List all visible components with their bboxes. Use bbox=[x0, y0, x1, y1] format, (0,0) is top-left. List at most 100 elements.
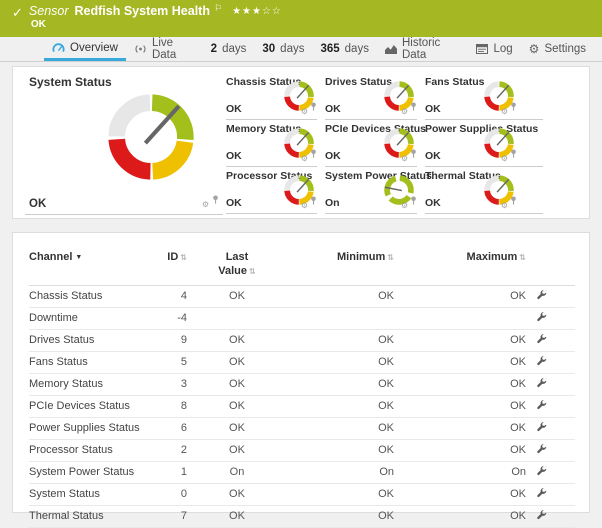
channel-name-cell: Chassis Status bbox=[29, 285, 154, 307]
minimum-cell: OK bbox=[287, 373, 394, 395]
gauge-cell-value: OK bbox=[425, 197, 441, 209]
flag-icon[interactable]: ⚐ bbox=[214, 3, 222, 14]
gear-icon[interactable]: ⚙ bbox=[401, 202, 408, 210]
edit-channel-wrench-icon[interactable] bbox=[536, 443, 547, 454]
maximum-cell: OK bbox=[394, 395, 526, 417]
tab-live-data[interactable]: Live Data bbox=[126, 37, 203, 61]
gauge-cell: Power Supplies Status OK ⚙ bbox=[425, 120, 543, 167]
pin-icon[interactable] bbox=[310, 145, 317, 163]
minimum-cell: OK bbox=[287, 505, 394, 527]
system-status-gauge bbox=[99, 85, 203, 189]
channel-table-body: Chassis Status4OKOKOKDowntime-4Drives St… bbox=[29, 285, 575, 527]
gear-icon[interactable]: ⚙ bbox=[202, 201, 209, 209]
minimum-cell bbox=[287, 307, 394, 329]
channel-id-cell: 2 bbox=[154, 439, 187, 461]
edit-channel-wrench-icon[interactable] bbox=[536, 399, 547, 410]
channel-name-cell: Power Supplies Status bbox=[29, 417, 154, 439]
tab-log[interactable]: Log bbox=[468, 37, 520, 61]
last-value-cell: OK bbox=[187, 483, 287, 505]
gear-icon[interactable]: ⚙ bbox=[301, 108, 308, 116]
tab-30-days[interactable]: 30 days bbox=[254, 37, 312, 61]
table-row: Fans Status5OKOKOK bbox=[29, 351, 575, 373]
table-row: Memory Status3OKOKOK bbox=[29, 373, 575, 395]
gauge-cell-value: On bbox=[325, 197, 340, 209]
sort-desc-icon: ▼ bbox=[75, 254, 82, 261]
edit-channel-wrench-icon[interactable] bbox=[536, 333, 547, 344]
column-header-channel[interactable]: Channel▼ bbox=[29, 243, 154, 285]
tab-2-days[interactable]: 2 days bbox=[203, 37, 255, 61]
gear-icon[interactable]: ⚙ bbox=[501, 108, 508, 116]
channel-actions-cell bbox=[526, 329, 575, 351]
channel-actions-cell bbox=[526, 505, 575, 527]
pin-icon[interactable] bbox=[310, 192, 317, 210]
priority-stars[interactable]: ★★★☆☆ bbox=[232, 6, 282, 17]
pin-icon[interactable] bbox=[410, 192, 417, 210]
channel-id-cell: 6 bbox=[154, 417, 187, 439]
pin-icon[interactable] bbox=[510, 98, 517, 116]
edit-channel-wrench-icon[interactable] bbox=[536, 289, 547, 300]
column-header-minimum[interactable]: Minimum⇅ bbox=[287, 243, 394, 285]
channel-name-cell: System Status bbox=[29, 483, 154, 505]
channel-id-cell: 0 bbox=[154, 483, 187, 505]
tab-365-days[interactable]: 365 days bbox=[312, 37, 376, 61]
gear-icon[interactable]: ⚙ bbox=[501, 202, 508, 210]
column-header-id[interactable]: ID⇅ bbox=[154, 243, 187, 285]
gear-icon[interactable]: ⚙ bbox=[301, 155, 308, 163]
channel-actions-cell bbox=[526, 307, 575, 329]
channel-name-cell: Processor Status bbox=[29, 439, 154, 461]
table-header-row: Channel▼ ID⇅ Last Value⇅ Minimum⇅ Maximu… bbox=[29, 243, 575, 285]
sort-icon: ⇅ bbox=[519, 253, 526, 262]
gauge-grid: Chassis Status OK ⚙ Drives Status OK ⚙ F… bbox=[226, 73, 546, 214]
gauge-cell-value: OK bbox=[226, 197, 242, 209]
log-icon bbox=[476, 44, 488, 54]
tab-settings[interactable]: ⚙ Settings bbox=[521, 37, 594, 61]
edit-channel-wrench-icon[interactable] bbox=[536, 487, 547, 498]
pin-icon[interactable] bbox=[510, 192, 517, 210]
gauge-cell-value: OK bbox=[325, 150, 341, 162]
minimum-cell: OK bbox=[287, 395, 394, 417]
pin-icon[interactable] bbox=[410, 145, 417, 163]
edit-channel-wrench-icon[interactable] bbox=[536, 311, 547, 322]
gear-icon[interactable]: ⚙ bbox=[301, 202, 308, 210]
sensor-status: OK bbox=[31, 19, 282, 30]
edit-channel-wrench-icon[interactable] bbox=[536, 377, 547, 388]
gauge-cell: System Power Status On ⚙ bbox=[325, 167, 417, 214]
pin-icon[interactable] bbox=[212, 191, 219, 209]
maximum-cell: OK bbox=[394, 417, 526, 439]
tab-historic-data[interactable]: Historic Data bbox=[377, 37, 469, 61]
column-header-maximum[interactable]: Maximum⇅ bbox=[394, 243, 526, 285]
maximum-cell: OK bbox=[394, 505, 526, 527]
edit-channel-wrench-icon[interactable] bbox=[536, 421, 547, 432]
column-header-last-value[interactable]: Last Value⇅ bbox=[187, 243, 287, 285]
gauge-cell: PCIe Devices Status OK ⚙ bbox=[325, 120, 417, 167]
gear-icon[interactable]: ⚙ bbox=[401, 108, 408, 116]
channel-name-cell: Fans Status bbox=[29, 351, 154, 373]
gear-icon[interactable]: ⚙ bbox=[501, 155, 508, 163]
maximum-cell: On bbox=[394, 461, 526, 483]
edit-channel-wrench-icon[interactable] bbox=[536, 509, 547, 520]
table-row: Thermal Status7OKOKOK bbox=[29, 505, 575, 527]
channel-id-cell: 9 bbox=[154, 329, 187, 351]
gear-icon[interactable]: ⚙ bbox=[401, 155, 408, 163]
gauge-cell: Drives Status OK ⚙ bbox=[325, 73, 417, 120]
pin-icon[interactable] bbox=[310, 98, 317, 116]
minimum-cell: On bbox=[287, 461, 394, 483]
minimum-cell: OK bbox=[287, 417, 394, 439]
gauge-cell-value: OK bbox=[425, 150, 441, 162]
last-value-cell: OK bbox=[187, 417, 287, 439]
last-value-cell: OK bbox=[187, 373, 287, 395]
channel-actions-cell bbox=[526, 483, 575, 505]
last-value-cell: OK bbox=[187, 439, 287, 461]
column-header-actions bbox=[526, 243, 575, 285]
channel-name-cell: PCIe Devices Status bbox=[29, 395, 154, 417]
channel-actions-cell bbox=[526, 417, 575, 439]
table-row: System Power Status1OnOnOn bbox=[29, 461, 575, 483]
gauges-panel: System Status OK ⚙ Chassis Status OK ⚙ D… bbox=[12, 66, 590, 219]
system-status-panel: System Status OK ⚙ bbox=[25, 73, 223, 215]
gear-icon: ⚙ bbox=[529, 43, 540, 55]
tab-overview[interactable]: Overview bbox=[44, 37, 126, 61]
pin-icon[interactable] bbox=[510, 145, 517, 163]
edit-channel-wrench-icon[interactable] bbox=[536, 465, 547, 476]
edit-channel-wrench-icon[interactable] bbox=[536, 355, 547, 366]
pin-icon[interactable] bbox=[410, 98, 417, 116]
